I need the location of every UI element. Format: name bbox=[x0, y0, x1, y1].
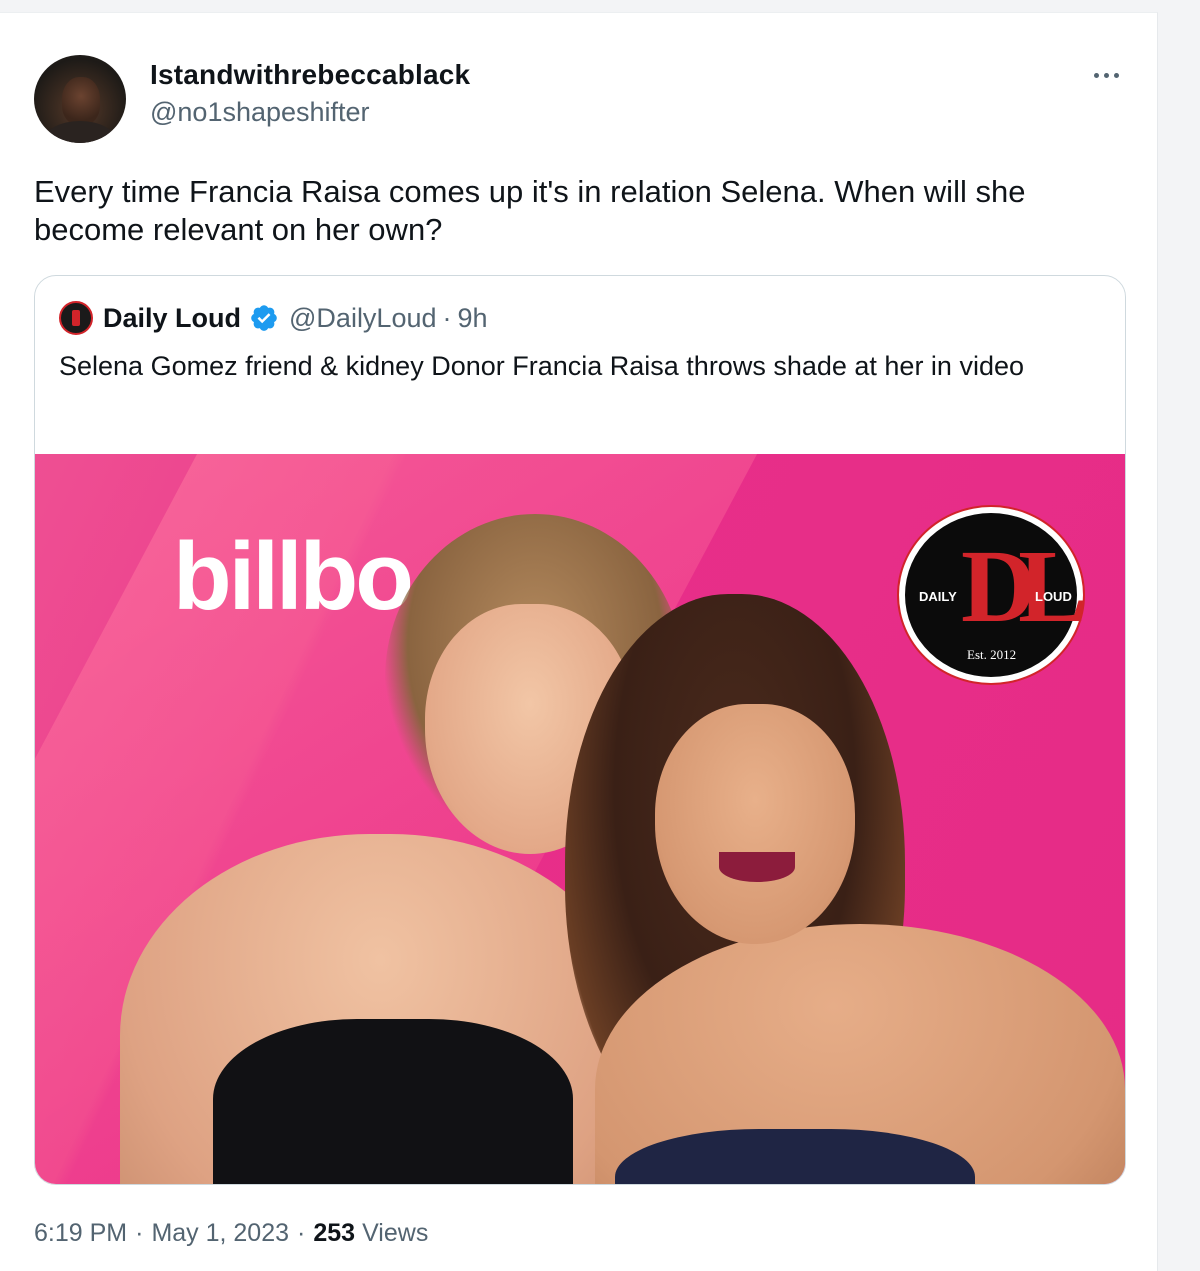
quoted-timestamp[interactable]: 9h bbox=[458, 303, 488, 334]
avatar-shoulders bbox=[44, 121, 116, 143]
quoted-tweet-text: Selena Gomez friend & kidney Donor Franc… bbox=[59, 351, 1024, 381]
more-horizontal-icon[interactable] bbox=[1088, 63, 1124, 87]
separator-dot: · bbox=[297, 1219, 306, 1247]
quoted-tweet[interactable]: Daily Loud @DailyLoud · 9h Selena Gomez … bbox=[34, 275, 1126, 1185]
dl-logo-right-word: LOUD bbox=[1035, 589, 1072, 604]
tweet-footer: 6:19 PM · May 1, 2023 · 253 Views bbox=[34, 1219, 428, 1248]
dot bbox=[1113, 72, 1119, 78]
person-right-lips bbox=[719, 852, 795, 882]
dl-logo-left-word: DAILY bbox=[919, 589, 957, 604]
tweet-card: Istandwithrebeccablack @no1shapeshifter … bbox=[0, 12, 1158, 1271]
avatar-face bbox=[62, 77, 100, 125]
daily-loud-watermark-logo: DL DAILY LOUD Est. 2012 bbox=[899, 507, 1088, 683]
dl-logo-letters: DL bbox=[961, 529, 1088, 644]
views-label[interactable]: Views bbox=[362, 1219, 428, 1248]
author-avatar[interactable] bbox=[34, 55, 126, 143]
quoted-tweet-header: Daily Loud @DailyLoud · 9h bbox=[59, 300, 488, 336]
separator-dot: · bbox=[442, 302, 452, 333]
tweet-date[interactable]: May 1, 2023 bbox=[151, 1219, 289, 1248]
quoted-media-image[interactable]: billbo DL DAILY LOUD Est. 2012 bbox=[35, 454, 1125, 1184]
views-count[interactable]: 253 bbox=[313, 1219, 355, 1248]
quoted-author-avatar[interactable] bbox=[59, 301, 93, 335]
quoted-author-name[interactable]: Daily Loud bbox=[103, 303, 241, 334]
dl-logo-est: Est. 2012 bbox=[967, 647, 1017, 662]
verified-badge-icon bbox=[251, 305, 277, 331]
separator-dot: · bbox=[135, 1219, 144, 1247]
author-display-name[interactable]: Istandwithrebeccablack bbox=[150, 59, 470, 91]
person-right-face bbox=[655, 704, 855, 944]
tweet-time[interactable]: 6:19 PM bbox=[34, 1219, 127, 1248]
author-handle[interactable]: @no1shapeshifter bbox=[150, 97, 370, 128]
tweet-text: Every time Francia Raisa comes up it's i… bbox=[34, 174, 1026, 247]
dot bbox=[1103, 72, 1109, 78]
person-left-dress bbox=[213, 1019, 573, 1184]
backdrop-logo-text: billbo bbox=[173, 523, 414, 630]
dot bbox=[1093, 72, 1099, 78]
quoted-author-handle[interactable]: @DailyLoud bbox=[289, 303, 437, 334]
